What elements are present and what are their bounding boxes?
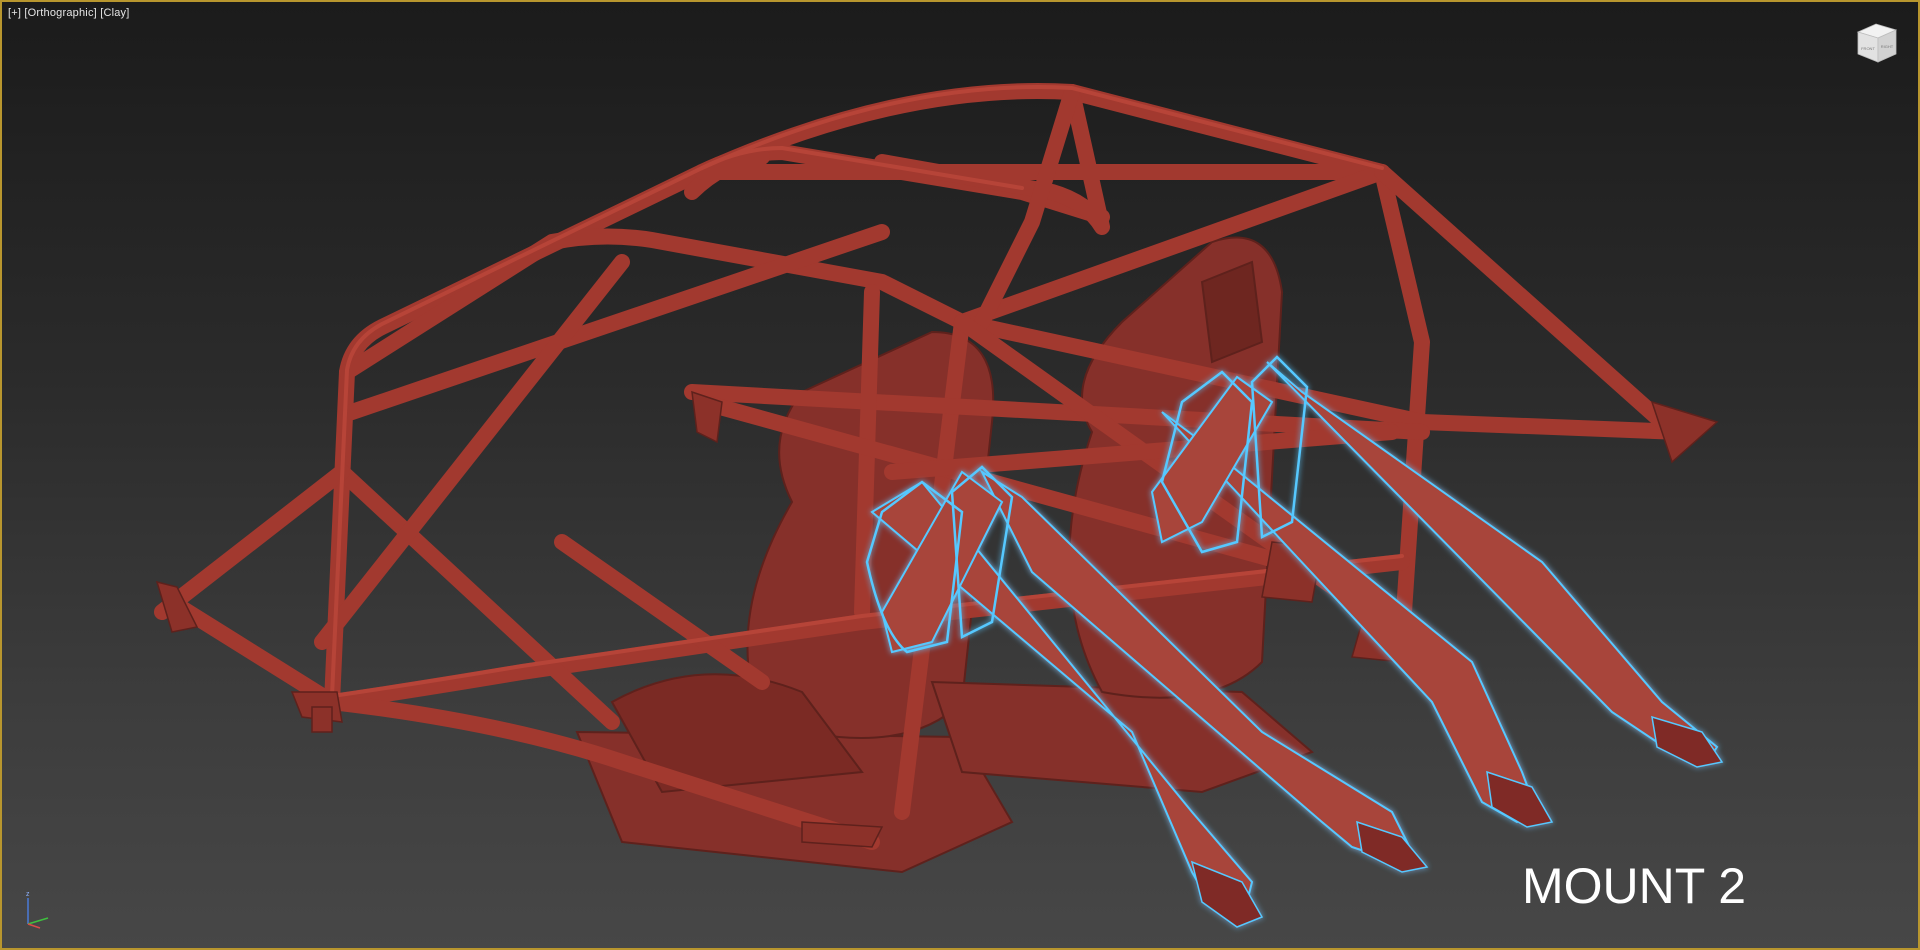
viewcube-widget[interactable]: FRONT RIGHT — [1854, 20, 1900, 66]
mount-caption: MOUNT 2 — [1522, 858, 1747, 914]
viewcube-front-label: FRONT — [1861, 46, 1875, 51]
viewport-orthographic[interactable]: [+] [Orthographic] [Clay] FRONT RIGHT z … — [0, 0, 1920, 950]
viewcube-right-label: RIGHT — [1881, 44, 1894, 49]
axis-z-label: z — [26, 891, 30, 898]
axis-tripod-icon: z — [26, 891, 49, 929]
viewport-scene[interactable] — [2, 2, 1920, 950]
